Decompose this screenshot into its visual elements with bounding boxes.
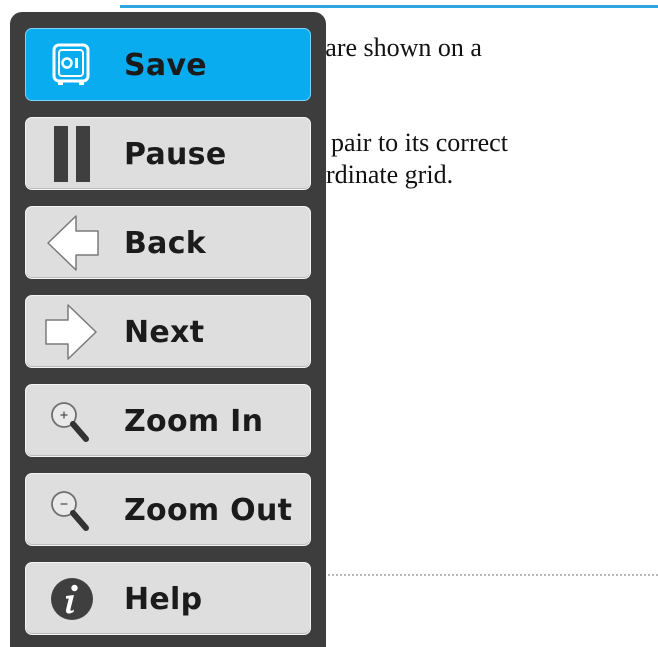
zoom-in-icon bbox=[40, 393, 104, 449]
arrow-right-icon bbox=[40, 304, 104, 360]
zoom-in-label: Zoom In bbox=[124, 404, 264, 439]
safe-icon bbox=[40, 37, 104, 93]
pause-icon bbox=[40, 126, 104, 182]
back-button[interactable]: Back bbox=[25, 206, 311, 279]
instruction-text-line-2: ed pair to its correct bbox=[300, 128, 508, 157]
zoom-in-button[interactable]: Zoom In bbox=[25, 384, 311, 457]
arrow-left-icon bbox=[40, 215, 104, 271]
next-button[interactable]: Next bbox=[25, 295, 311, 368]
help-label: Help bbox=[124, 582, 203, 617]
zoom-out-icon bbox=[40, 482, 104, 538]
save-button[interactable]: Save bbox=[25, 28, 311, 101]
tool-menu-panel: Save Pause Back Next Zoom In Zoom Out He… bbox=[10, 12, 326, 647]
info-icon bbox=[40, 571, 104, 627]
back-label: Back bbox=[124, 226, 207, 261]
save-label: Save bbox=[124, 48, 207, 83]
next-label: Next bbox=[124, 315, 205, 350]
instruction-text-line-1: rs are shown on a bbox=[300, 33, 482, 62]
pause-button[interactable]: Pause bbox=[25, 117, 311, 190]
header-rule bbox=[120, 5, 658, 8]
zoom-out-label: Zoom Out bbox=[124, 493, 293, 528]
help-button[interactable]: Help bbox=[25, 562, 311, 635]
zoom-out-button[interactable]: Zoom Out bbox=[25, 473, 311, 546]
dotted-divider bbox=[300, 574, 658, 576]
pause-label: Pause bbox=[124, 137, 227, 172]
